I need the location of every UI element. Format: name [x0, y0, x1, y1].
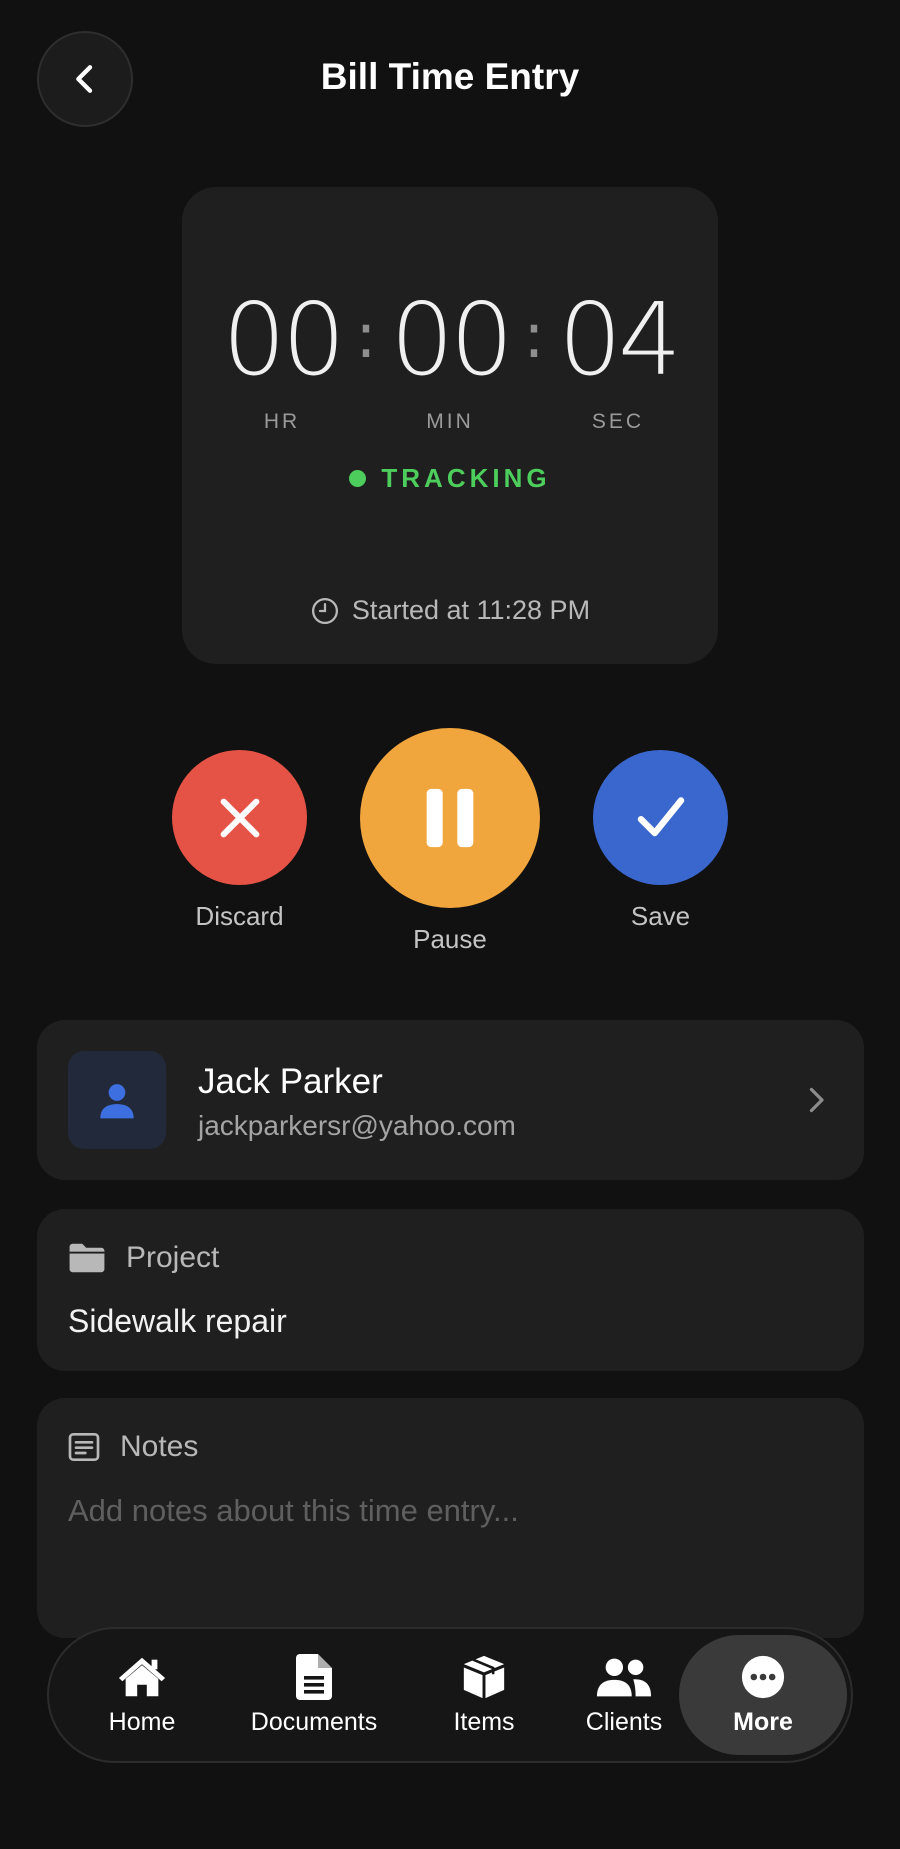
notes-header: Notes [68, 1430, 198, 1464]
clock-icon [311, 597, 338, 624]
document-icon [296, 1653, 332, 1700]
timer-minutes: 00 [390, 281, 513, 398]
check-icon [637, 796, 684, 836]
nav-item-home[interactable]: Home [87, 1629, 197, 1761]
folder-icon [69, 1243, 105, 1273]
project-value: Sidewalk repair [68, 1303, 287, 1339]
client-name: Jack Parker [198, 1062, 383, 1101]
discard-action: Discard [172, 750, 307, 932]
client-card[interactable]: Jack Parker jackparkersr@yahoo.com [37, 1020, 864, 1180]
nav-label-documents: Documents [250, 1707, 378, 1736]
pause-label: Pause [413, 924, 487, 954]
chevron-right-icon [809, 1087, 824, 1113]
nav-label-more: More [733, 1707, 793, 1736]
started-at-text: Started at 11:28 PM [351, 595, 591, 625]
pause-icon [426, 788, 474, 848]
home-icon [118, 1657, 166, 1696]
save-label: Save [630, 901, 691, 931]
avatar [68, 1051, 166, 1149]
discard-button[interactable] [172, 750, 307, 885]
person-icon [100, 1084, 134, 1119]
status-text: TRACKING [381, 463, 551, 493]
hours-label: HR [263, 410, 301, 433]
pause-button[interactable] [360, 728, 540, 908]
more-icon [741, 1655, 785, 1698]
nav-item-more[interactable]: More [679, 1635, 847, 1755]
page-title: Bill Time Entry [320, 56, 580, 97]
nav-label-home: Home [108, 1707, 176, 1736]
x-icon [220, 798, 259, 837]
notes-label: Notes [120, 1430, 199, 1463]
seconds-label: SEC [591, 410, 645, 433]
nav-label-clients: Clients [585, 1707, 663, 1736]
notes-icon [68, 1433, 100, 1461]
minutes-label: MIN [426, 410, 474, 433]
timer-seconds: 04 [558, 281, 681, 398]
project-card[interactable]: Project Sidewalk repair [37, 1209, 864, 1371]
timer-display: 00 : 00 : 04 [0, 285, 900, 395]
started-at: Started at 11:28 PM [0, 595, 900, 626]
nav-item-documents[interactable]: Documents [229, 1629, 399, 1761]
client-email: jackparkersr@yahoo.com [198, 1110, 516, 1141]
bottom-nav: Home Documents Items Clients More [47, 1627, 853, 1763]
notes-input[interactable] [68, 1486, 828, 1536]
save-button[interactable] [593, 750, 728, 885]
timer-separator: : [355, 299, 377, 372]
users-icon [596, 1658, 652, 1696]
tracking-status: TRACKING [0, 463, 900, 494]
notes-card: Notes [37, 1398, 864, 1638]
nav-label-items: Items [453, 1707, 515, 1736]
project-header: Project [68, 1241, 219, 1275]
bill-time-entry-screen: Bill Time Entry 00 : 00 : 04 HR MIN SEC … [0, 0, 900, 1849]
nav-item-items[interactable]: Items [419, 1629, 549, 1761]
box-icon [463, 1655, 505, 1698]
pause-action: Pause [360, 728, 540, 955]
status-dot-icon [349, 470, 367, 487]
timer-separator: : [523, 299, 545, 372]
save-action: Save [593, 750, 728, 932]
discard-label: Discard [195, 901, 284, 931]
project-label: Project [126, 1241, 220, 1274]
timer-hours: 00 [222, 281, 345, 398]
timer-unit-labels: HR MIN SEC [0, 410, 900, 434]
nav-item-clients[interactable]: Clients [559, 1629, 689, 1761]
